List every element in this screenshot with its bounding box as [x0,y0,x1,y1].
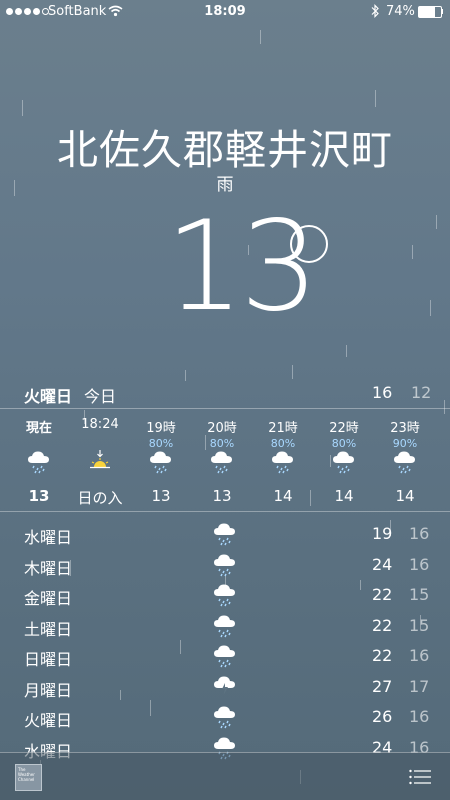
daily-row: 日曜日 22 16 [0,640,450,670]
hour-time: 23時 [390,421,420,436]
rain-cloud-icon [212,612,238,638]
bottom-bar: The Weather Channel [0,752,450,800]
day-low: 16 [409,524,430,543]
daily-row: 火曜日 26 16 [0,701,450,731]
hour-temp: 14 [334,487,354,505]
rain-streak [430,300,431,316]
day-low: 17 [409,676,430,696]
rain-streak [260,30,261,44]
rain-streak [346,345,347,357]
hour-temp: 14 [395,487,415,505]
daily-row: 木曜日 24 16 [0,549,450,579]
day-low: 15 [409,615,430,635]
day-high: 22 [372,646,393,665]
rain-cloud-icon [212,551,238,577]
rain-cloud-icon [212,642,238,668]
current-temperature: 13 [165,195,319,339]
divider [0,408,450,409]
rain-cloud-icon [148,448,174,474]
rain-cloud-icon [270,448,296,474]
hour-time: 21時 [268,421,298,436]
city-name: 北佐久郡軽井沢町 [57,126,393,174]
rain-cloud-icon [212,581,238,607]
weather-screen: SoftBank 18:09 74% 北佐久郡軽井沢町 雨 13 火曜日 今日 … [0,0,450,800]
today-low: 12 [411,383,432,402]
weather-channel-logo[interactable]: The Weather Channel [15,764,42,791]
rain-cloud-icon [209,448,235,474]
day-low: 16 [409,646,430,665]
daily-row: 金曜日 22 15 [0,579,450,609]
day-name: 金曜日 [24,589,73,608]
rain-streak [436,215,437,229]
battery-icon [418,6,442,18]
rain-cloud-icon [26,448,52,474]
day-low: 16 [409,554,430,574]
hour-temp: 日の入 [77,489,123,507]
thunderstorm-icon [212,673,238,699]
degree-icon [290,225,328,263]
daily-row: 土曜日 22 15 [0,610,450,640]
hour-temp: 13 [28,487,50,505]
sunset-icon [87,448,113,474]
hourly-forecast[interactable]: 現在 13 18:24 日の入 19時 80% 13 20時 80% 13 21時 80% 14 22時 8… [0,413,450,509]
bluetooth-icon [371,4,380,22]
day-high: 24 [372,554,393,574]
rain-cloud-icon [212,520,238,546]
day-name: 水曜日 [24,528,73,547]
hour-temp: 14 [273,487,293,505]
day-name: 土曜日 [24,619,73,639]
day-name: 木曜日 [24,558,73,578]
day-high: 22 [372,585,393,604]
hour-time: 現在 [25,421,52,436]
hour-time: 18:24 [81,417,119,432]
day-low: 15 [409,585,430,604]
rain-streak [375,90,376,107]
current-condition: 雨 [216,175,234,195]
daily-row: 月曜日 27 17 [0,671,450,701]
divider [0,511,450,512]
rain-cloud-icon [392,448,418,474]
day-high: 22 [372,615,393,635]
rain-streak [22,100,23,116]
day-name: 月曜日 [24,680,73,700]
day-high: 27 [372,676,393,696]
hour-temp: 13 [212,487,232,505]
hour-time: 20時 [207,421,237,436]
list-icon[interactable] [409,769,431,785]
today-summary: 火曜日 今日 16 12 [0,375,450,407]
day-high: 19 [372,524,393,543]
logo-text: The Weather Channel [18,767,35,782]
today-day: 火曜日 [24,387,73,406]
today-high: 16 [372,383,393,402]
rain-cloud-icon [212,703,238,729]
daily-row: 水曜日 19 16 [0,518,450,548]
battery-percentage: 74% [386,4,415,19]
status-time: 18:09 [204,4,246,19]
day-low: 16 [409,707,430,726]
today-label: 今日 [84,387,117,406]
day-high: 26 [372,707,393,726]
day-name: 日曜日 [24,650,73,669]
rain-streak [412,245,413,259]
hour-temp: 13 [151,487,171,505]
hour-time: 19時 [146,421,176,436]
rain-cloud-icon [331,448,357,474]
hour-time: 22時 [329,421,359,436]
day-name: 火曜日 [24,711,73,730]
status-bar: SoftBank 18:09 74% [0,0,450,24]
